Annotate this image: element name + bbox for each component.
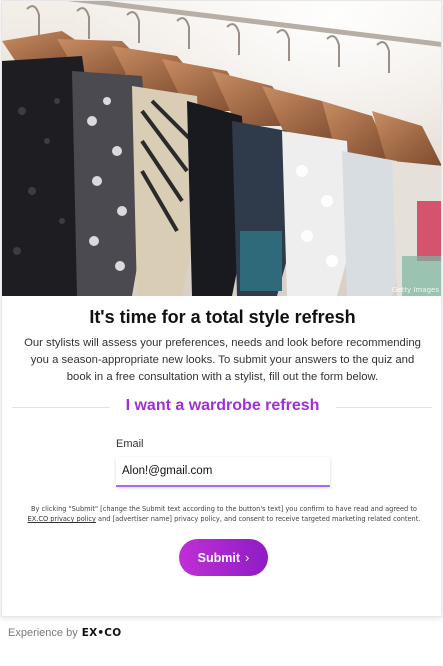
consent-text: By clicking "Submit" [change the Submit … (24, 504, 424, 524)
footer-prefix: Experience by (8, 627, 78, 639)
image-credit: Getty Images (391, 286, 439, 294)
footer: Experience by EX•CO (8, 627, 121, 639)
widget-card: Getty Images It's time for a total style… (1, 0, 442, 617)
clothing-rack-illustration (2, 1, 441, 296)
submit-button[interactable]: Submit › (179, 539, 268, 576)
chevron-right-icon: › (245, 550, 250, 565)
consent-text-after: and [advertiser name] privacy policy, an… (95, 515, 421, 523)
email-label: Email (116, 438, 144, 450)
consent-text-before: By clicking "Submit" [change the Submit … (31, 505, 417, 513)
exco-logo[interactable]: EX•CO (82, 627, 122, 639)
hero-image: Getty Images (2, 1, 441, 296)
page-title: It's time for a total style refresh (89, 307, 356, 327)
section-title: I want a wardrobe refresh (125, 397, 320, 414)
page-description: Our stylists will assess your preference… (24, 337, 421, 383)
submit-label: Submit (197, 550, 240, 565)
email-field[interactable] (116, 457, 330, 487)
privacy-policy-link[interactable]: EX.CO privacy policy (28, 515, 96, 523)
